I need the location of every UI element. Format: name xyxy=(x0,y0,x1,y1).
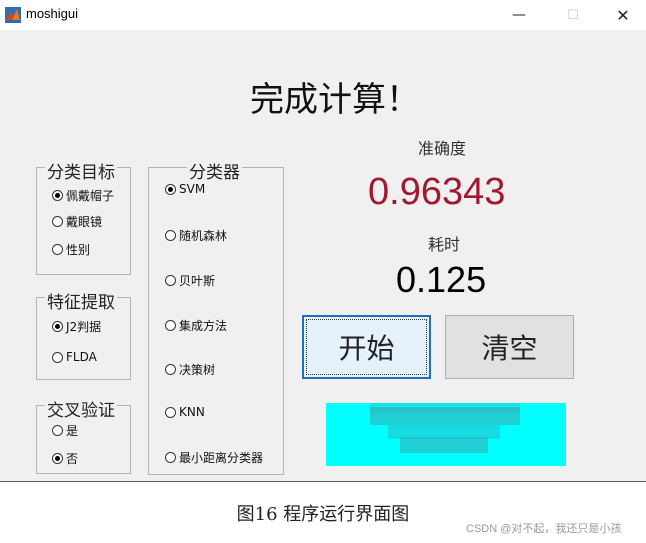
radio-circle xyxy=(165,452,176,463)
result-panel xyxy=(326,403,566,466)
pixelated-block xyxy=(370,407,520,425)
radio-random-forest[interactable]: 随机森林 xyxy=(165,227,227,244)
app-window: moshigui — ☐ ✕ 完成计算！ 分类目标 佩戴帽子 戴眼镜 性别 特征… xyxy=(0,0,646,482)
pixelated-block xyxy=(400,437,488,453)
radio-label: 戴眼镜 xyxy=(66,215,103,229)
radio-no[interactable]: 否 xyxy=(52,450,78,467)
radio-circle xyxy=(165,275,176,286)
close-icon: ✕ xyxy=(616,5,630,25)
feature-group-legend: 特征提取 xyxy=(45,288,117,313)
radio-circle xyxy=(52,244,63,255)
radio-circle xyxy=(165,406,176,418)
radio-circle xyxy=(52,190,63,201)
accuracy-value: 0.96343 xyxy=(368,171,506,213)
time-value: 0.125 xyxy=(396,259,487,300)
start-button[interactable]: 开始 xyxy=(302,315,431,379)
minimize-button[interactable]: — xyxy=(496,0,542,30)
radio-j2[interactable]: J2判据 xyxy=(52,318,101,335)
radio-label: 随机森林 xyxy=(179,229,228,243)
watermark: CSDN @对不起，我还只是小孩 xyxy=(466,523,622,535)
radio-glasses[interactable]: 戴眼镜 xyxy=(52,213,102,230)
radio-circle xyxy=(165,230,176,241)
radio-circle xyxy=(52,453,63,464)
radio-label: J2判据 xyxy=(66,320,102,334)
radio-label: FLDA xyxy=(66,350,97,364)
cross-validation-group: 交叉验证 是 否 xyxy=(36,396,131,474)
close-button[interactable]: ✕ xyxy=(600,0,646,30)
radio-flda[interactable]: FLDA xyxy=(52,350,97,364)
radio-circle xyxy=(165,183,176,195)
cross-validation-legend: 交叉验证 xyxy=(45,396,117,421)
radio-yes[interactable]: 是 xyxy=(52,422,78,439)
radio-label: 佩戴帽子 xyxy=(66,189,115,203)
target-group: 分类目标 佩戴帽子 戴眼镜 性别 xyxy=(36,158,131,275)
accuracy-label: 准确度 xyxy=(418,139,467,158)
radio-label: 决策树 xyxy=(179,363,216,377)
radio-label: 否 xyxy=(66,452,79,466)
matlab-logo-icon xyxy=(5,7,21,23)
minimize-icon: — xyxy=(512,7,526,23)
radio-decision-tree[interactable]: 决策树 xyxy=(165,361,215,378)
title-bar: moshigui — ☐ ✕ xyxy=(0,0,646,30)
radio-min-distance[interactable]: 最小距离分类器 xyxy=(165,449,263,466)
window-title: moshigui xyxy=(26,6,79,21)
radio-label: 是 xyxy=(66,424,79,438)
status-title: 完成计算！ xyxy=(250,80,420,120)
time-label: 耗时 xyxy=(428,235,461,254)
radio-label: 最小距离分类器 xyxy=(179,451,264,465)
radio-label: 性别 xyxy=(66,243,91,257)
maximize-button[interactable]: ☐ xyxy=(550,0,596,30)
radio-svm[interactable]: SVM xyxy=(165,182,205,196)
classifier-group: 分类器 SVM 随机森林 贝叶斯 集成方法 决策树 KNN 最小距离分类器 xyxy=(148,158,284,475)
radio-circle xyxy=(52,425,63,436)
radio-ensemble[interactable]: 集成方法 xyxy=(165,317,227,334)
window-bottom-border xyxy=(0,481,646,482)
radio-circle xyxy=(165,320,176,331)
maximize-icon: ☐ xyxy=(567,7,579,23)
radio-knn[interactable]: KNN xyxy=(165,405,205,419)
radio-label: SVM xyxy=(179,182,206,196)
radio-gender[interactable]: 性别 xyxy=(52,241,90,258)
radio-label: 贝叶斯 xyxy=(179,274,216,288)
radio-wear-hat[interactable]: 佩戴帽子 xyxy=(52,187,114,204)
radio-circle xyxy=(165,364,176,375)
feature-group: 特征提取 J2判据 FLDA xyxy=(36,288,131,380)
radio-circle xyxy=(52,351,63,363)
target-group-legend: 分类目标 xyxy=(45,158,117,183)
clear-button[interactable]: 清空 xyxy=(445,315,574,379)
radio-circle xyxy=(52,321,63,332)
radio-label: KNN xyxy=(179,405,205,419)
radio-label: 集成方法 xyxy=(179,319,228,333)
radio-bayes[interactable]: 贝叶斯 xyxy=(165,272,215,289)
classifier-group-legend: 分类器 xyxy=(187,158,242,183)
radio-circle xyxy=(52,216,63,227)
